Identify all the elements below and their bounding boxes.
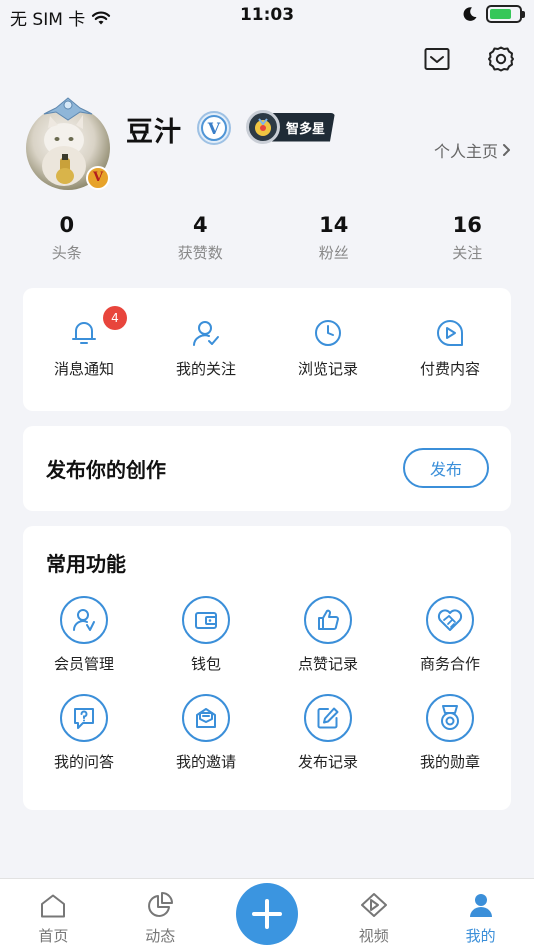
- battery-icon: [486, 5, 525, 23]
- homepage-label: 个人主页: [433, 142, 498, 161]
- status-bar: 无 SIM 卡 11:03: [0, 0, 534, 34]
- medal-emblem-icon: [246, 110, 280, 144]
- paid-content-button[interactable]: 付费内容: [389, 288, 511, 411]
- function-label: 商务合作: [419, 655, 480, 673]
- my-qa-button[interactable]: 我的问答: [23, 694, 145, 772]
- wallet-button[interactable]: 钱包: [145, 596, 267, 674]
- thumbs-up-icon: [304, 596, 352, 644]
- likes-history-button[interactable]: 点赞记录: [267, 596, 389, 674]
- function-label: 会员管理: [53, 655, 114, 673]
- plus-icon: [251, 899, 282, 929]
- user-name: 豆汁: [126, 117, 182, 148]
- stat-label: 获赞数: [177, 244, 223, 262]
- stat-label: 关注: [452, 244, 483, 262]
- home-icon: [41, 894, 66, 918]
- tab-me[interactable]: 我的: [427, 879, 534, 950]
- quick-label: 我的关注: [175, 360, 236, 378]
- quick-label: 浏览记录: [297, 360, 358, 378]
- wallet-icon: [182, 596, 230, 644]
- pie-chart-icon: [148, 892, 174, 917]
- function-label: 点赞记录: [297, 655, 358, 673]
- common-functions-card: 常用功能 会员管理 钱包 点赞记录 商务合作 我的问答 我的邀请 发布记录 我的…: [23, 526, 511, 810]
- user-check-icon: [193, 321, 219, 346]
- stat-value: 0: [59, 213, 75, 237]
- medal-label: 智多星: [272, 112, 336, 142]
- profile-header: V 豆汁 V 智多星 个人主页: [24, 96, 512, 196]
- settings-button[interactable]: [486, 44, 516, 74]
- my-invitations-button[interactable]: 我的邀请: [145, 694, 267, 772]
- avatar[interactable]: V: [24, 96, 114, 192]
- function-label: 我的勋章: [419, 753, 480, 771]
- notifications-button[interactable]: 4 消息通知: [23, 288, 145, 411]
- publish-button[interactable]: 发布: [403, 448, 489, 488]
- business-cooperation-button[interactable]: 商务合作: [389, 596, 511, 674]
- functions-grid: 会员管理 钱包 点赞记录 商务合作 我的问答 我的邀请 发布记录 我的勋章: [23, 596, 511, 772]
- membership-button[interactable]: 会员管理: [23, 596, 145, 674]
- inbox-button[interactable]: [422, 44, 452, 74]
- publish-title: 发布你的创作: [46, 458, 166, 482]
- svg-text:V: V: [207, 119, 221, 138]
- edit-icon: [304, 694, 352, 742]
- my-medals-button[interactable]: 我的勋章: [389, 694, 511, 772]
- history-button[interactable]: 浏览记录: [267, 288, 389, 411]
- battery-level: [490, 9, 511, 19]
- tab-label: 视频: [358, 927, 389, 945]
- stat-followers[interactable]: 14 粉丝: [267, 210, 401, 263]
- handshake-heart-icon: [426, 596, 474, 644]
- tab-label: 首页: [38, 927, 69, 945]
- tab-home[interactable]: 首页: [0, 879, 107, 950]
- stat-value: 4: [192, 213, 208, 237]
- stat-value: 14: [319, 213, 349, 237]
- invite-icon: [182, 694, 230, 742]
- notification-count-badge: 4: [103, 306, 127, 330]
- header-actions: [422, 44, 516, 74]
- quick-label: 消息通知: [53, 360, 114, 378]
- clock-icon: [315, 320, 341, 346]
- video-icon: [360, 893, 387, 917]
- stat-headlines[interactable]: 0 头条: [0, 210, 134, 263]
- tab-feed[interactable]: 动态: [107, 879, 214, 950]
- function-label: 发布记录: [297, 753, 358, 771]
- function-label: 我的邀请: [175, 753, 236, 771]
- qa-icon: [60, 694, 108, 742]
- tab-label: 我的: [465, 927, 496, 945]
- verified-v-icon[interactable]: V: [196, 110, 232, 146]
- personal-homepage-link[interactable]: 个人主页: [434, 138, 512, 162]
- create-post-button[interactable]: [235, 883, 298, 945]
- medal-badge[interactable]: 智多星: [246, 110, 336, 144]
- stat-value: 16: [452, 213, 482, 237]
- moon-icon: [463, 7, 477, 21]
- functions-title: 常用功能: [46, 552, 126, 576]
- function-label: 钱包: [190, 655, 221, 673]
- member-icon: [60, 596, 108, 644]
- stat-following[interactable]: 16 关注: [401, 210, 534, 263]
- quick-label: 付费内容: [419, 360, 480, 378]
- profile-stats: 0 头条 4 获赞数 14 粉丝 16 关注: [0, 210, 534, 263]
- crown-frame-icon: [43, 97, 93, 121]
- stat-label: 粉丝: [318, 244, 349, 262]
- function-label: 我的问答: [53, 753, 114, 771]
- tab-label: 动态: [145, 927, 176, 945]
- profile-icon: [469, 894, 492, 917]
- tab-center: [214, 879, 321, 950]
- mail-icon: [424, 48, 450, 70]
- clock: 11:03: [239, 5, 295, 25]
- gear-icon: [488, 46, 514, 72]
- publish-history-button[interactable]: 发布记录: [267, 694, 389, 772]
- stat-label: 头条: [51, 244, 82, 262]
- my-follows-button[interactable]: 我的关注: [145, 288, 267, 411]
- stat-likes[interactable]: 4 获赞数: [134, 210, 268, 263]
- medal-icon: [426, 694, 474, 742]
- chevron-right-icon: [503, 144, 510, 156]
- bell-icon: [72, 322, 96, 344]
- quick-actions-card: 4 消息通知 我的关注 浏览记录 付费内容: [23, 288, 511, 411]
- play-icon: [437, 320, 463, 346]
- tab-video[interactable]: 视频: [320, 879, 427, 950]
- status-indicators: [462, 5, 525, 23]
- publish-card: 发布你的创作 发布: [23, 426, 511, 511]
- bottom-tab-bar: 首页 动态 视频 我的: [0, 878, 534, 950]
- vip-badge: V: [86, 166, 110, 190]
